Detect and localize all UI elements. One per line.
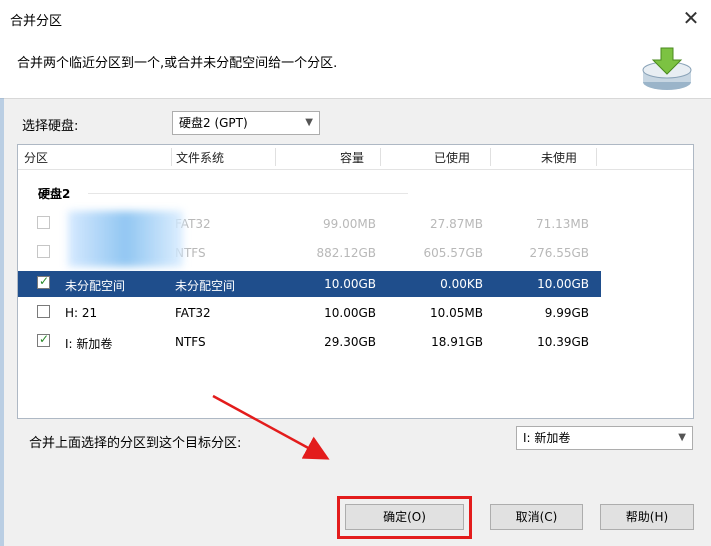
description-panel: 合并两个临近分区到一个,或合并未分配空间给一个分区. bbox=[0, 36, 711, 99]
column-partition[interactable]: 分区 bbox=[24, 149, 48, 166]
row-used: 0.00KB bbox=[440, 277, 483, 291]
row-capacity: 29.30GB bbox=[324, 335, 376, 349]
column-separator bbox=[171, 148, 172, 166]
row-capacity: 10.00GB bbox=[324, 306, 376, 320]
close-icon[interactable]: ✕ bbox=[679, 6, 703, 30]
checkmark-icon: ✓ bbox=[39, 274, 50, 288]
redacted-partition-names bbox=[68, 211, 183, 267]
row-checkbox[interactable]: ✓ bbox=[37, 274, 50, 289]
row-filesystem: 未分配空间 bbox=[175, 279, 236, 293]
chevron-down-icon: ▼ bbox=[305, 117, 313, 128]
row-filesystem: FAT32 bbox=[175, 306, 211, 320]
merge-partition-dialog: 合并分区 ✕ 合并两个临近分区到一个,或合并未分配空间给一个分区. 选择硬盘: … bbox=[0, 0, 711, 546]
cancel-button[interactable]: 取消(C) bbox=[490, 504, 583, 530]
title-bar: 合并分区 ✕ bbox=[0, 0, 711, 36]
partition-list-header: 分区 文件系统 容量 已使用 未使用 bbox=[18, 145, 693, 170]
row-free: 10.00GB bbox=[537, 277, 589, 291]
disk-select-label: 选择硬盘: bbox=[22, 119, 79, 134]
table-row-selected[interactable]: ✓ 未分配空间 未分配空间 10.00GB 0.00KB 10.00GB bbox=[18, 271, 601, 297]
disk-select-value: 硬盘2 (GPT) bbox=[179, 116, 248, 130]
row-partition: H: 21 bbox=[65, 306, 98, 320]
description-text: 合并两个临近分区到一个,或合并未分配空间给一个分区. bbox=[17, 56, 338, 71]
column-capacity[interactable]: 容量 bbox=[340, 149, 364, 166]
column-separator bbox=[275, 148, 276, 166]
row-used: 18.91GB bbox=[431, 335, 483, 349]
watermark-logo bbox=[590, 478, 702, 538]
row-checkbox[interactable] bbox=[37, 245, 50, 258]
row-checkbox[interactable]: ✓ bbox=[37, 332, 50, 347]
row-filesystem: NTFS bbox=[175, 335, 206, 349]
row-free: 276.55GB bbox=[529, 246, 589, 260]
column-separator bbox=[490, 148, 491, 166]
row-capacity: 882.12GB bbox=[316, 246, 376, 260]
ok-button-highlight bbox=[337, 496, 472, 539]
target-partition-select[interactable]: I: 新加卷 ▼ bbox=[516, 426, 693, 450]
row-partition: I: 新加卷 bbox=[65, 337, 113, 351]
row-used: 27.87MB bbox=[430, 217, 483, 231]
row-free: 10.39GB bbox=[537, 335, 589, 349]
disk-select[interactable]: 硬盘2 (GPT) ▼ bbox=[172, 111, 320, 135]
dialog-title: 合并分区 bbox=[10, 14, 63, 29]
column-free[interactable]: 未使用 bbox=[541, 149, 577, 166]
row-capacity: 10.00GB bbox=[324, 277, 376, 291]
table-row[interactable]: H: 21 FAT32 10.00GB 10.05MB 9.99GB bbox=[18, 300, 601, 326]
column-separator bbox=[380, 148, 381, 166]
table-row[interactable]: ✓ I: 新加卷 NTFS 29.30GB 18.91GB 10.39GB bbox=[18, 329, 601, 355]
window-edge bbox=[0, 98, 4, 546]
column-filesystem[interactable]: 文件系统 bbox=[176, 149, 224, 166]
column-separator bbox=[596, 148, 597, 166]
row-used: 605.57GB bbox=[423, 246, 483, 260]
row-partition: 未分配空间 bbox=[65, 279, 126, 293]
target-select-value: I: 新加卷 bbox=[523, 431, 571, 445]
merge-disk-icon bbox=[642, 47, 692, 90]
row-checkbox[interactable] bbox=[37, 305, 50, 318]
row-free: 9.99GB bbox=[544, 306, 589, 320]
row-capacity: 99.00MB bbox=[323, 217, 376, 231]
group-divider bbox=[88, 193, 408, 194]
chevron-down-icon: ▼ bbox=[678, 432, 686, 443]
row-free: 71.13MB bbox=[536, 217, 589, 231]
disk-group-label: 硬盘2 bbox=[38, 187, 71, 201]
row-checkbox[interactable] bbox=[37, 216, 50, 229]
row-used: 10.05MB bbox=[430, 306, 483, 320]
arrow-annotation-icon bbox=[212, 394, 330, 460]
checkmark-icon: ✓ bbox=[39, 332, 50, 346]
column-used[interactable]: 已使用 bbox=[434, 149, 470, 166]
partition-list[interactable]: 分区 文件系统 容量 已使用 未使用 硬盘2 FAT32 99.00MB 27.… bbox=[17, 144, 694, 419]
